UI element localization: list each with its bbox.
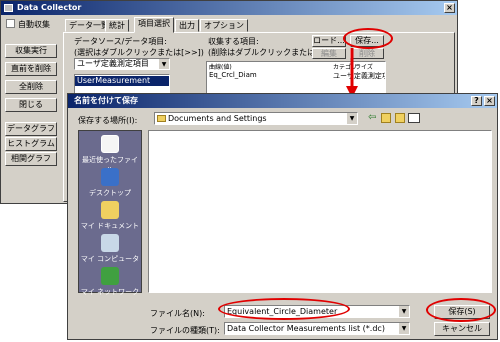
view-menu-icon[interactable] xyxy=(408,113,420,123)
source-select[interactable]: ユーザ定義測定項目 ▼ xyxy=(74,58,170,70)
column-header-curve[interactable]: 曲線(値) xyxy=(209,62,232,71)
chevron-down-icon[interactable]: ▼ xyxy=(398,306,409,317)
help-icon[interactable]: ? xyxy=(471,96,482,106)
places-network[interactable]: マイ ネットワーク xyxy=(79,267,141,297)
desktop-icon xyxy=(101,168,119,186)
file-list[interactable] xyxy=(148,130,492,293)
places-computer-label: マイ コンピュータ xyxy=(80,255,140,263)
places-desktop-label: デスクトップ xyxy=(89,189,131,197)
places-desktop[interactable]: デスクトップ xyxy=(79,168,141,198)
close-button[interactable]: 閉じる xyxy=(5,98,57,112)
data-graph-button[interactable]: データグラフ xyxy=(5,122,57,136)
highlight-oval-dialog-save xyxy=(426,298,496,322)
tab-item-select[interactable]: 項目選択 xyxy=(134,17,174,33)
delete-all-button[interactable]: 全削除 xyxy=(5,80,57,94)
histogram-button[interactable]: ヒストグラム xyxy=(5,137,57,151)
edit-button[interactable]: 編集 xyxy=(312,48,346,59)
folder-icon xyxy=(157,115,166,122)
places-documents[interactable]: マイ ドキュメント xyxy=(79,201,141,231)
filetype-label: ファイルの種類(T): xyxy=(150,326,220,335)
highlight-oval-save xyxy=(343,28,393,49)
tab-output[interactable]: 出力 xyxy=(175,19,199,32)
save-in-select[interactable]: Documents and Settings ▼ xyxy=(154,112,358,125)
filetype-select[interactable]: Data Collector Measurements list (*.dc) … xyxy=(224,322,410,335)
filetype-value: Data Collector Measurements list (*.dc) xyxy=(227,324,385,333)
collect-label: 収集する項目: xyxy=(208,37,259,46)
places-computer[interactable]: マイ コンピュータ xyxy=(79,234,141,264)
close-icon[interactable]: × xyxy=(444,3,455,13)
back-icon[interactable]: ⇦ xyxy=(368,113,378,123)
chevron-down-icon[interactable]: ▼ xyxy=(398,323,409,334)
new-folder-icon[interactable] xyxy=(395,113,405,123)
places-bar: 最近使ったファイル デスクトップ マイ ドキュメント マイ コンピュータ マイ … xyxy=(78,130,142,296)
list-item[interactable]: UserMeasurement xyxy=(75,76,169,86)
source-label: データソース/データ項目: xyxy=(74,37,167,46)
correlation-graph-button[interactable]: 相関グラフ xyxy=(5,152,57,166)
auto-collect-label: 自動収集 xyxy=(18,20,50,29)
chevron-down-icon[interactable]: ▼ xyxy=(158,59,169,69)
places-documents-label: マイ ドキュメント xyxy=(80,222,140,230)
save-in-value: Documents and Settings xyxy=(168,114,267,123)
places-network-label: マイ ネットワーク xyxy=(80,288,140,296)
delete-last-button[interactable]: 直前を削除 xyxy=(5,62,57,76)
save-as-title: 名前を付けて保存 xyxy=(74,96,138,105)
chevron-down-icon[interactable]: ▼ xyxy=(346,113,357,124)
app-icon xyxy=(4,4,13,12)
tab-options[interactable]: オプション xyxy=(200,19,248,32)
documents-icon xyxy=(101,201,119,219)
collect-row-name: Eq_Crcl_Diam xyxy=(209,71,257,79)
collect-row-category: ユーザ定義測定項目 xyxy=(333,72,385,80)
load-button[interactable]: ロード... xyxy=(312,35,346,47)
up-folder-icon[interactable] xyxy=(381,113,391,123)
recent-files-icon xyxy=(101,135,119,153)
computer-icon xyxy=(101,234,119,252)
close-icon[interactable]: × xyxy=(484,96,495,106)
save-in-label: 保存する場所(I): xyxy=(78,116,138,125)
source-hint: (選択はダブルクリックまたは[>>]) xyxy=(74,48,204,57)
tab-statistics[interactable]: 統計 xyxy=(105,19,129,32)
filename-label: ファイル名(N): xyxy=(150,309,205,318)
source-select-value: ユーザ定義測定項目 xyxy=(77,59,149,68)
data-collector-title: Data Collector xyxy=(17,3,82,12)
dialog-cancel-button[interactable]: キャンセル xyxy=(434,322,490,336)
highlight-oval-filename xyxy=(218,298,350,320)
red-arrow xyxy=(346,48,358,98)
save-as-titlebar: 名前を付けて保存 ? × xyxy=(68,94,497,108)
data-collector-titlebar: Data Collector × xyxy=(1,1,457,15)
collect-run-button[interactable]: 収集実行 xyxy=(5,44,57,58)
auto-collect-checkbox[interactable] xyxy=(6,19,15,28)
network-icon xyxy=(101,267,119,285)
